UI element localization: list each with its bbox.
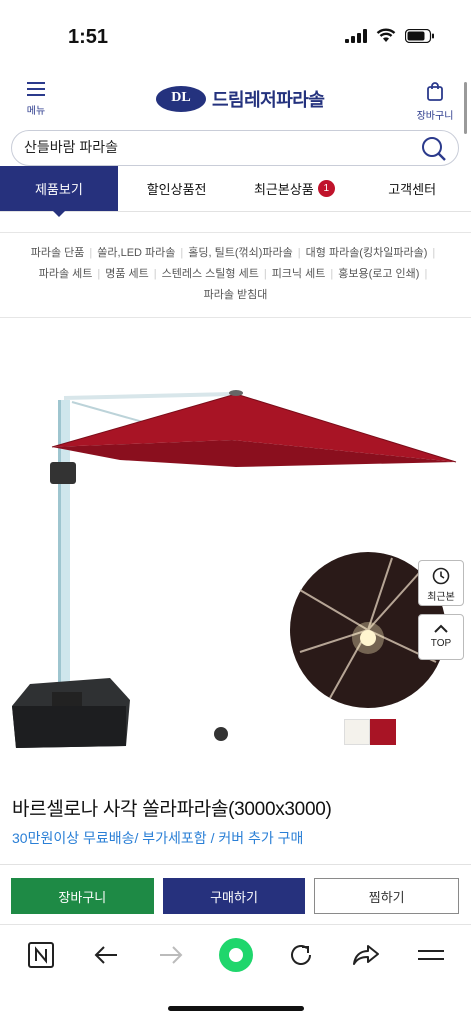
category-link[interactable]: 대형 파라솔(킹차일파라솔) (306, 247, 428, 259)
category-link[interactable]: 파라솔 단품 (31, 247, 85, 259)
forward-button[interactable] (151, 935, 191, 975)
action-bar: 장바구니 구매하기 찜하기 (11, 878, 460, 914)
divider: | (432, 247, 436, 259)
scroll-top-button[interactable]: TOP (418, 614, 464, 660)
logo-mark-text: DL (171, 90, 191, 105)
divider: | (263, 268, 267, 280)
category-link[interactable]: 파라솔 세트 (39, 268, 93, 280)
divider: | (180, 247, 184, 259)
search-box (11, 130, 459, 166)
logo-mark: DL (156, 86, 206, 112)
chevron-up-icon (434, 624, 448, 633)
category-link[interactable]: 스텐레스 스틸형 세트 (162, 268, 259, 280)
status-bar: 1:51 (0, 0, 471, 72)
tab-recent[interactable]: 최근본상품 1 (236, 166, 354, 211)
search-icon[interactable] (420, 135, 448, 168)
carousel-dot[interactable] (214, 727, 228, 741)
recent-viewed-label: 최근본 (427, 592, 455, 603)
back-button[interactable] (86, 935, 126, 975)
wifi-icon (376, 28, 396, 42)
battery-icon (405, 28, 434, 43)
category-row: 파라솔 세트 | 명품 세트 | 스텐레스 스틸형 세트 | 피크닉 세트 | 홍보용(로고 인… (14, 264, 457, 285)
cart-label: 장바구니 (416, 111, 454, 122)
tab-products[interactable]: 제품보기 (0, 166, 118, 217)
category-links: 파라솔 단품 | 쏠라,LED 파라솔 | 홀딩, 틸트(꺾쇠)파라솔 | 대형 파라솔(킹… (0, 232, 471, 318)
category-link[interactable]: 명품 세트 (105, 268, 149, 280)
divider: | (330, 268, 334, 280)
color-swatch-ivory[interactable] (344, 719, 370, 745)
tab-customer-center[interactable]: 고객센터 (353, 166, 471, 211)
arrow-left-icon (94, 945, 117, 964)
green-dot-icon (218, 937, 253, 972)
shopping-bag-icon (427, 82, 443, 101)
category-link[interactable]: 피크닉 세트 (272, 268, 326, 280)
buy-now-button[interactable]: 구매하기 (162, 878, 306, 914)
green-dot-button[interactable] (216, 935, 256, 975)
menu-label: 메뉴 (26, 106, 46, 117)
product-shipping-info: 30만원이상 무료배송/ 부가세포함 / 커버 추가 구매 (12, 830, 304, 846)
menu-lines-icon (417, 949, 444, 960)
share-button[interactable] (346, 935, 386, 975)
naver-n-icon (27, 941, 54, 968)
share-arrow-icon (352, 944, 379, 965)
tab-label: 고객센터 (388, 182, 437, 197)
tab-discount[interactable]: 할인상품전 (118, 166, 236, 211)
divider: | (153, 268, 157, 280)
home-indicator[interactable] (168, 1006, 304, 1011)
divider: | (97, 268, 101, 280)
signal-icon (345, 28, 367, 43)
recent-count-badge: 1 (317, 180, 335, 197)
recent-viewed-button[interactable]: 최근본 (418, 560, 464, 606)
color-swatches (344, 719, 396, 745)
site-header: 메뉴 DL 드림레저파라솔 장바구니 (0, 72, 471, 128)
logo-text: 드림레저파라솔 (212, 90, 325, 110)
naver-home-button[interactable] (21, 935, 61, 975)
status-icons (345, 28, 435, 43)
arrow-right-icon (159, 945, 182, 964)
hamburger-icon (27, 82, 45, 96)
divider: | (424, 268, 428, 280)
scroll-top-label: TOP (430, 638, 452, 649)
color-swatch-red[interactable] (370, 719, 396, 745)
search-input[interactable] (24, 139, 404, 155)
category-row: 파라솔 받침대 (14, 285, 457, 306)
category-link[interactable]: 홀딩, 틸트(꺾쇠)파라솔 (188, 247, 293, 259)
category-row: 파라솔 단품 | 쏠라,LED 파라솔 | 홀딩, 틸트(꺾쇠)파라솔 | 대형 파라솔(킹… (14, 243, 457, 264)
divider (0, 864, 471, 865)
add-to-cart-button[interactable]: 장바구니 (11, 878, 154, 914)
tab-label: 최근본상품 (253, 182, 314, 197)
tab-label: 제품보기 (34, 182, 83, 197)
product-image-carousel[interactable]: 최근본 TOP (0, 322, 471, 762)
umbrella-image (12, 390, 457, 748)
reload-button[interactable] (281, 935, 321, 975)
browser-menu-button[interactable] (411, 935, 451, 975)
divider: | (89, 247, 93, 259)
divider: | (297, 247, 301, 259)
scrollbar[interactable] (464, 82, 467, 134)
cart-button[interactable]: 장바구니 (415, 82, 455, 122)
clock-icon (432, 567, 450, 585)
tab-label: 할인상품전 (146, 182, 207, 197)
reload-icon (290, 944, 311, 965)
category-link[interactable]: 쏠라,LED 파라솔 (97, 247, 175, 259)
product-title: 바르셀로나 사각 쏠라파라솔(3000x3000) (12, 799, 332, 820)
main-tabs: 제품보기 할인상품전 최근본상품 1 고객센터 (0, 166, 471, 217)
status-time: 1:51 (68, 26, 109, 48)
menu-button[interactable]: 메뉴 (20, 82, 52, 117)
category-link[interactable]: 홍보용(로고 인쇄) (338, 268, 419, 280)
category-link[interactable]: 파라솔 받침대 (204, 289, 268, 301)
browser-toolbar (0, 924, 471, 984)
wishlist-button[interactable]: 찜하기 (314, 878, 460, 914)
site-logo[interactable]: DL 드림레저파라솔 (156, 86, 325, 112)
